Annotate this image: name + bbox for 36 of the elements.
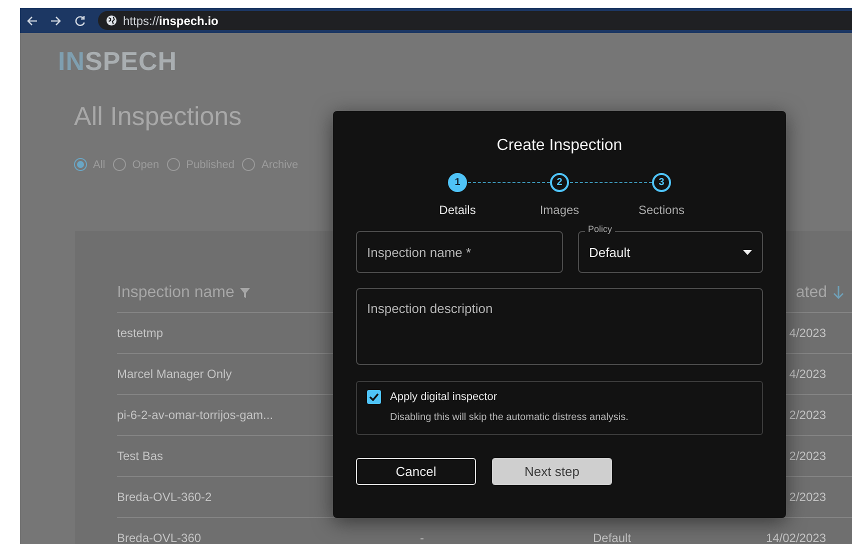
table-cell: Test Bas <box>117 449 164 463</box>
checkbox-label: Apply digital inspector <box>390 391 498 403</box>
step-label: Images <box>540 203 580 217</box>
name-input-field[interactable]: Inspection name * <box>356 231 563 273</box>
dropdown-value: Default <box>589 244 630 260</box>
globe-icon <box>106 15 117 26</box>
cancel-button[interactable]: Cancel <box>356 458 476 485</box>
table-cell: Default <box>593 531 632 544</box>
checkbox[interactable] <box>367 390 381 404</box>
step-marker: 1 <box>448 173 467 192</box>
table-cell-text: 2/2023 <box>789 449 827 463</box>
step-marker: 2 <box>550 173 569 192</box>
logo: INSPECH <box>58 45 178 77</box>
table-cell-text: 4/2023 <box>789 326 827 340</box>
table-cell: Breda-OVL-360-2 <box>117 490 212 504</box>
back-arrow-icon[interactable] <box>26 14 38 26</box>
table-cell: - <box>420 531 424 544</box>
table-cell-text: 2/2023 <box>789 408 827 422</box>
table-cell: Marcel Manager Only <box>117 367 232 381</box>
description-input-field[interactable]: Inspection description <box>356 288 763 365</box>
hint-text: Disabling this will skip the automatic distress analysis. <box>390 412 630 423</box>
reload-icon[interactable] <box>74 14 86 26</box>
table-cell: testetmp <box>117 326 164 340</box>
caret-icon <box>743 250 752 254</box>
address-bar[interactable]: https://inspech.io <box>123 14 218 28</box>
step-label: Details <box>439 203 476 217</box>
table-cell-text: 14/02/2023 <box>766 531 827 544</box>
step-label: Sections <box>638 203 685 217</box>
table-cell-text: 4/2023 <box>789 367 827 381</box>
table-cell-text: 2/2023 <box>789 490 827 504</box>
forward-arrow-icon[interactable] <box>50 14 62 26</box>
table-cell: Breda-OVL-360 <box>117 531 202 544</box>
step-marker: 3 <box>652 173 671 192</box>
dialog-title: Create Inspection <box>496 137 622 155</box>
table-cell: pi-6-2-av-omar-torrijos-gam... <box>117 408 274 422</box>
field-label: Policy <box>585 224 616 234</box>
